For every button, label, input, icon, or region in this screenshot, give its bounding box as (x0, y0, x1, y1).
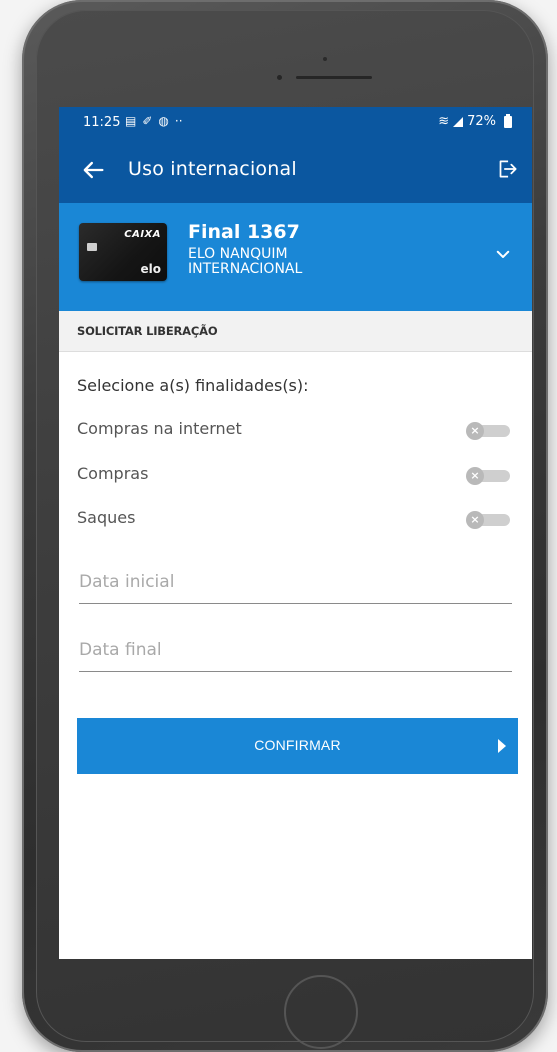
card-brand-logo: CAIXA (124, 229, 161, 240)
phone-screen: 11:25 ▤ ✐ ◍ ·· ≋ 72% Uso internacional C… (59, 107, 532, 959)
start-date-field (79, 564, 512, 604)
card-network-logo: elo (140, 262, 162, 276)
signal-icon (453, 116, 464, 127)
more-dots-icon: ·· (174, 114, 183, 128)
proximity-sensor (323, 57, 327, 61)
end-date-input[interactable] (79, 632, 512, 668)
card-subtitle-line1: ELO NANQUIM (188, 246, 288, 262)
page-title: Uso internacional (128, 158, 297, 180)
status-right: ≋ 72% (438, 113, 512, 129)
toggle-label: Compras na internet (77, 419, 242, 438)
confirm-button-label: CONFIRMAR (254, 737, 341, 753)
arrow-left-icon[interactable] (79, 156, 107, 184)
earpiece-speaker (296, 76, 372, 79)
close-icon: × (466, 422, 484, 440)
status-time: 11:25 (83, 115, 121, 130)
battery-icon (504, 113, 512, 128)
confirm-button[interactable]: CONFIRMAR (77, 718, 518, 774)
toggle-row-purchases: Compras × (59, 462, 532, 490)
withdrawals-toggle[interactable]: × (464, 511, 512, 529)
logout-icon[interactable] (494, 156, 520, 182)
toggle-label: Saques (77, 508, 136, 527)
card-selector[interactable]: CAIXA elo Final 1367 ELO NANQUIM INTERNA… (59, 203, 532, 311)
section-title: SOLICITAR LIBERAÇÃO (77, 324, 218, 338)
internet-purchases-toggle[interactable]: × (464, 422, 512, 440)
close-icon: × (466, 511, 484, 529)
card-title: Final 1367 (188, 221, 300, 243)
toggle-row-withdrawals: Saques × (59, 506, 532, 534)
close-icon: × (466, 467, 484, 485)
card-subtitle-line2: INTERNACIONAL (188, 261, 303, 277)
chevron-down-icon[interactable] (494, 245, 512, 263)
toggle-row-internet-purchases: Compras na internet × (59, 417, 532, 445)
feather-icon: ✐ (142, 114, 153, 128)
notification-icons: ▤ ✐ ◍ ·· (125, 113, 183, 129)
calendar-icon: ▤ (125, 114, 137, 128)
purpose-select-label: Selecione a(s) finalidades(s): (77, 376, 309, 395)
toggle-label: Compras (77, 464, 149, 483)
card-image: CAIXA elo (79, 223, 167, 281)
home-button[interactable] (284, 975, 358, 1049)
play-icon (498, 739, 506, 753)
card-chip (87, 243, 97, 251)
wifi-icon: ≋ (438, 114, 450, 129)
battery-percent: 72% (467, 114, 496, 129)
end-date-field (79, 632, 512, 672)
purchases-toggle[interactable]: × (464, 467, 512, 485)
front-camera (277, 75, 282, 80)
message-icon: ◍ (158, 114, 169, 128)
card-number-dots (87, 259, 137, 261)
app-bar: Uso internacional (59, 136, 532, 203)
start-date-input[interactable] (79, 564, 512, 600)
status-bar: 11:25 ▤ ✐ ◍ ·· ≋ 72% (59, 107, 532, 136)
section-header: SOLICITAR LIBERAÇÃO (59, 311, 532, 352)
